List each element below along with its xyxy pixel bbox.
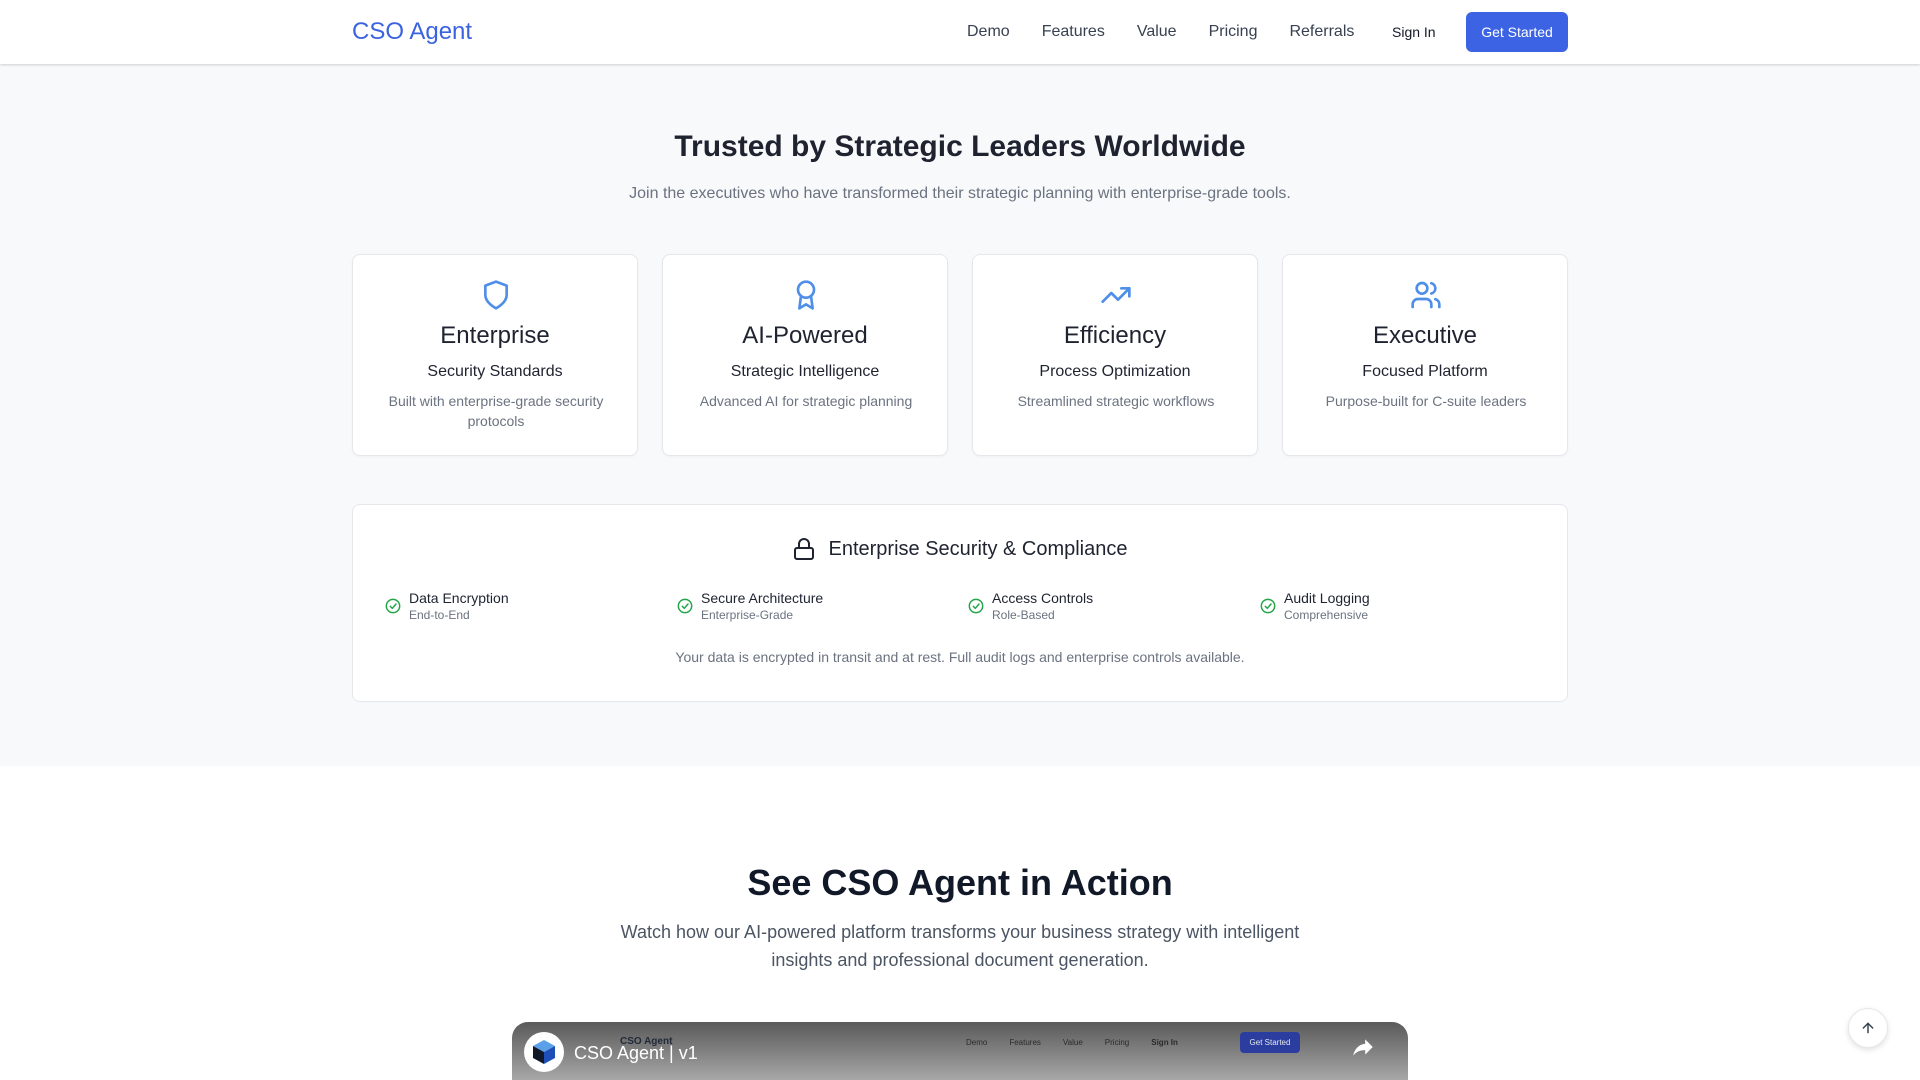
demo-subtitle: Watch how our AI-powered platform transf…	[620, 922, 1300, 970]
feature-card-efficiency: Efficiency Process Optimization Streamli…	[972, 254, 1258, 456]
security-item-encryption: Data Encryption End-to-End	[385, 589, 509, 623]
main-nav: Demo Features Value Pricing Referrals	[967, 20, 1354, 44]
security-item-audit: Audit Logging Comprehensive	[1260, 589, 1370, 623]
video-inner-button: Get Started	[1240, 1032, 1300, 1053]
security-title: Enterprise Security & Compliance	[828, 538, 1128, 560]
trusted-section: Trusted by Strategic Leaders Worldwide J…	[0, 64, 1920, 766]
video-inner-nav-item: Pricing	[1104, 1038, 1130, 1047]
video-inner-nav-item: Demo	[966, 1038, 988, 1047]
video-inner-nav-item: Features	[1009, 1038, 1041, 1047]
security-item-sub: Role-Based	[992, 608, 1055, 622]
trending-up-icon	[1101, 287, 1131, 303]
video-inner-logo: CSO Agent	[620, 1036, 673, 1047]
check-circle-icon	[968, 598, 984, 614]
card-title: AI-Powered	[742, 322, 868, 349]
security-note: Your data is encrypted in transit and at…	[675, 649, 1245, 665]
check-circle-icon	[385, 598, 401, 614]
feature-card-executive: Executive Focused Platform Purpose-built…	[1282, 254, 1568, 456]
security-item-access: Access Controls Role-Based	[968, 589, 1093, 623]
check-circle-icon	[677, 598, 693, 614]
card-description: Purpose-built for C-suite leaders	[1325, 393, 1527, 409]
video-inner-nav-item: Sign In	[1151, 1038, 1178, 1047]
trusted-title: Trusted by Strategic Leaders Worldwide	[674, 130, 1246, 163]
card-subtitle: Focused Platform	[1362, 363, 1488, 380]
security-compliance-box: Enterprise Security & Compliance Data En…	[352, 504, 1568, 702]
card-title: Executive	[1372, 322, 1478, 349]
card-description: Built with enterprise-grade security pro…	[388, 393, 604, 429]
card-title: Enterprise	[440, 322, 550, 349]
arrow-up-icon	[1862, 1022, 1874, 1034]
card-subtitle: Process Optimization	[1039, 363, 1191, 380]
sign-in-button[interactable]: Sign In	[1392, 21, 1436, 43]
video-player[interactable]: CSO Agent | v1 CSO Agent Demo Features V…	[512, 1022, 1408, 1080]
feature-card-enterprise: Enterprise Security Standards Built with…	[352, 254, 638, 456]
security-item-sub: Comprehensive	[1284, 608, 1369, 622]
lock-icon	[794, 538, 815, 560]
channel-avatar[interactable]	[524, 1032, 564, 1072]
logo-link[interactable]: CSO Agent	[352, 16, 472, 48]
demo-title: See CSO Agent in Action	[747, 862, 1173, 903]
check-circle-icon	[1260, 598, 1276, 614]
get-started-button[interactable]: Get Started	[1466, 12, 1568, 52]
security-item-architecture: Secure Architecture Enterprise-Grade	[677, 589, 823, 623]
nav-referrals[interactable]: Referrals	[1289, 20, 1354, 44]
security-item-label: Audit Logging	[1284, 590, 1370, 606]
security-heading: Enterprise Security & Compliance	[353, 535, 1567, 563]
share-icon[interactable]	[1350, 1034, 1376, 1060]
card-subtitle: Security Standards	[427, 363, 563, 380]
card-subtitle: Strategic Intelligence	[730, 363, 880, 380]
users-icon	[1411, 281, 1441, 309]
card-description: Advanced AI for strategic planning	[699, 393, 913, 409]
security-item-label: Data Encryption	[409, 590, 509, 606]
nav-features[interactable]: Features	[1042, 20, 1105, 44]
shield-icon	[484, 280, 508, 310]
card-description: Streamlined strategic workflows	[1017, 393, 1215, 409]
nav-value[interactable]: Value	[1137, 20, 1177, 44]
video-inner-nav: Demo Features Value Pricing Sign In	[966, 1038, 1178, 1047]
card-title: Efficiency	[1063, 322, 1167, 349]
cube-logo-icon	[533, 1040, 555, 1064]
nav-demo[interactable]: Demo	[967, 20, 1010, 44]
security-item-sub: Enterprise-Grade	[701, 608, 794, 622]
award-icon	[796, 280, 816, 310]
scroll-to-top-button[interactable]	[1848, 1008, 1888, 1048]
nav-pricing[interactable]: Pricing	[1209, 20, 1258, 44]
trusted-subtitle: Join the executives who have transformed…	[629, 185, 1291, 202]
video-inner-nav-item: Value	[1062, 1038, 1083, 1047]
site-header: CSO Agent Demo Features Value Pricing Re…	[0, 0, 1920, 64]
security-item-label: Access Controls	[992, 590, 1094, 606]
feature-card-ai: AI-Powered Strategic Intelligence Advanc…	[662, 254, 948, 456]
security-item-sub: End-to-End	[409, 608, 470, 622]
security-item-label: Secure Architecture	[701, 590, 824, 606]
